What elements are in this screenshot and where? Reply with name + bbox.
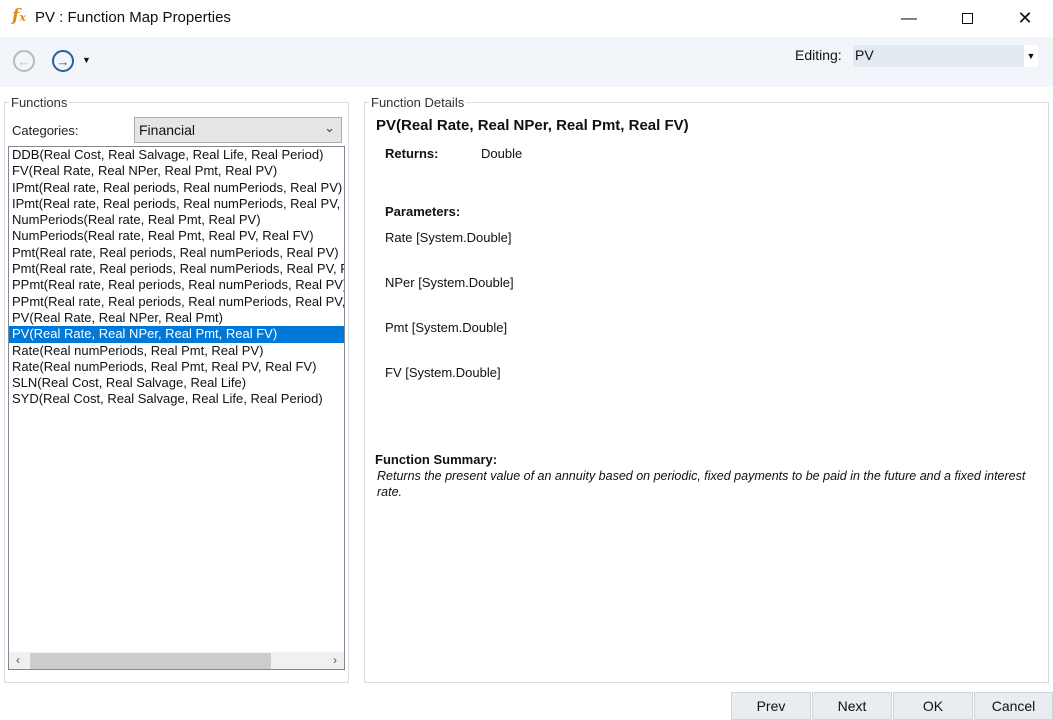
functions-legend: Functions — [11, 95, 68, 110]
function-list-item[interactable]: NumPeriods(Real rate, Real Pmt, Real PV) — [9, 212, 344, 228]
function-list-item[interactable]: PV(Real Rate, Real NPer, Real Pmt) — [9, 310, 344, 326]
categories-select[interactable]: Financial ⌄ — [134, 117, 342, 143]
returns-label: Returns: — [385, 146, 439, 161]
returns-value: Double — [481, 146, 523, 161]
parameters-label: Parameters: — [385, 204, 461, 219]
history-dropdown-icon[interactable]: ▼ — [82, 55, 91, 65]
ok-button[interactable]: OK — [893, 692, 973, 720]
close-button[interactable]: ✕ — [1002, 0, 1048, 37]
back-arrow-icon[interactable]: ← — [13, 50, 35, 72]
function-list-item[interactable]: Pmt(Real rate, Real periods, Real numPer… — [9, 245, 344, 261]
function-list-item[interactable]: PPmt(Real rate, Real periods, Real numPe… — [9, 277, 344, 293]
editing-label: Editing: — [795, 47, 842, 63]
function-list-item[interactable]: FV(Real Rate, Real NPer, Real Pmt, Real … — [9, 163, 344, 179]
function-list-item[interactable]: PPmt(Real rate, Real periods, Real numPe… — [9, 294, 344, 310]
chevron-down-icon: ⌄ — [324, 120, 335, 135]
parameter-item: FV [System.Double] — [385, 365, 501, 380]
fx-icon: fx — [12, 6, 26, 26]
function-list-item[interactable]: IPmt(Real rate, Real periods, Real numPe… — [9, 180, 344, 196]
function-list-item[interactable]: IPmt(Real rate, Real periods, Real numPe… — [9, 196, 344, 212]
categories-label: Categories: — [12, 123, 79, 138]
function-list-item[interactable]: Rate(Real numPeriods, Real Pmt, Real PV) — [9, 343, 344, 359]
window-title: PV : Function Map Properties — [35, 9, 231, 26]
summary-label: Function Summary: — [375, 452, 498, 467]
cancel-button[interactable]: Cancel — [974, 692, 1053, 720]
summary-text: Returns the present value of an annuity … — [377, 469, 1026, 499]
details-legend: Function Details — [371, 95, 465, 110]
parameter-item: NPer [System.Double] — [385, 275, 514, 290]
function-details-group: Function Details — [364, 95, 1049, 683]
editing-value: PV — [855, 47, 874, 63]
scroll-left-icon[interactable]: ‹ — [9, 652, 27, 669]
editing-select[interactable]: PV ▼ — [853, 45, 1038, 67]
function-list-item[interactable]: DDB(Real Cost, Real Salvage, Real Life, … — [9, 147, 344, 163]
function-signature: PV(Real Rate, Real NPer, Real Pmt, Real … — [376, 117, 689, 134]
scrollbar-thumb[interactable] — [30, 653, 271, 669]
functions-list[interactable]: DDB(Real Cost, Real Salvage, Real Life, … — [8, 146, 345, 670]
minimize-button[interactable]: — — [886, 0, 932, 37]
next-button[interactable]: Next — [812, 692, 892, 720]
parameter-item: Rate [System.Double] — [385, 230, 512, 245]
function-list-item[interactable]: Rate(Real numPeriods, Real Pmt, Real PV,… — [9, 359, 344, 375]
function-list-item[interactable]: NumPeriods(Real rate, Real Pmt, Real PV,… — [9, 228, 344, 244]
maximize-button[interactable] — [944, 0, 990, 37]
chevron-down-icon: ▼ — [1024, 45, 1038, 67]
parameter-item: Pmt [System.Double] — [385, 320, 508, 335]
title-bar: fx PV : Function Map Properties — ✕ — [0, 0, 1053, 37]
scroll-right-icon[interactable]: › — [326, 652, 344, 669]
forward-arrow-icon[interactable]: → — [52, 50, 74, 72]
function-list-item[interactable]: Pmt(Real rate, Real periods, Real numPer… — [9, 261, 344, 277]
function-list-item[interactable]: SYD(Real Cost, Real Salvage, Real Life, … — [9, 391, 344, 407]
function-list-item[interactable]: PV(Real Rate, Real NPer, Real Pmt, Real … — [9, 325, 344, 344]
horizontal-scrollbar[interactable]: ‹ › — [9, 652, 344, 669]
category-value: Financial — [139, 122, 196, 138]
function-list-item[interactable]: SLN(Real Cost, Real Salvage, Real Life) — [9, 375, 344, 391]
prev-button[interactable]: Prev — [731, 692, 811, 720]
